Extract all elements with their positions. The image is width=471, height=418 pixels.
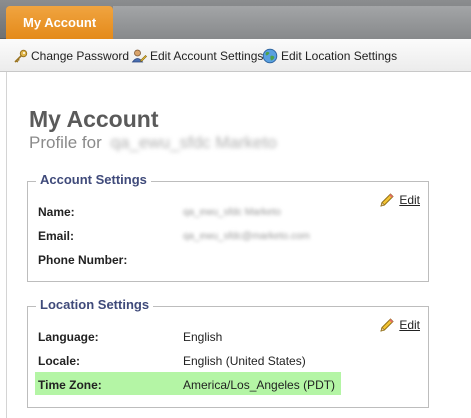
language-label: Language: [38, 330, 99, 344]
time-zone-label: Time Zone: [38, 378, 102, 392]
location-edit-label: Edit [399, 318, 420, 332]
phone-label: Phone Number: [38, 253, 128, 267]
time-zone-value: America/Los_Angeles (PDT) [183, 378, 336, 392]
main-panel: My Account Profile for qa_ewu_sfdc Marke… [6, 72, 471, 418]
profile-subtitle: Profile for qa_ewu_sfdc Marketo [29, 133, 277, 153]
account-edit-label: Edit [399, 193, 420, 207]
change-password-label: Change Password [31, 49, 130, 63]
locale-label: Locale: [38, 354, 81, 368]
user-edit-icon [131, 49, 147, 63]
edit-account-settings-label: Edit Account Settings [150, 49, 264, 63]
account-edit-link[interactable]: Edit [379, 192, 420, 208]
location-settings-legend: Location Settings [36, 297, 154, 312]
email-label: Email: [38, 229, 75, 243]
key-icon [14, 49, 28, 63]
account-settings-legend: Account Settings [36, 172, 151, 187]
email-value: qa_ewu_sfdc@marketo.com [183, 231, 310, 242]
top-tab-bar: My Account [0, 0, 471, 39]
location-edit-link[interactable]: Edit [379, 317, 420, 333]
name-label: Name: [38, 205, 75, 219]
location-settings-section: Location Settings Edit Language: English… [27, 297, 429, 408]
change-password-button[interactable]: Change Password [13, 47, 129, 65]
edit-location-settings-label: Edit Location Settings [281, 49, 398, 63]
edit-account-settings-button[interactable]: Edit Account Settings [131, 47, 263, 65]
page-title: My Account [29, 106, 159, 132]
pencil-icon [380, 318, 394, 332]
edit-location-settings-button[interactable]: Edit Location Settings [262, 47, 397, 65]
account-settings-section: Account Settings Edit Name: qa_ewu_sfdc … [27, 172, 429, 282]
language-value: English [183, 330, 223, 344]
tab-bar-background [113, 6, 471, 39]
name-value: qa_ewu_sfdc Marketo [183, 207, 281, 218]
globe-icon [262, 48, 278, 64]
pencil-icon [380, 193, 394, 207]
profile-name: qa_ewu_sfdc Marketo [110, 133, 277, 152]
toolbar: Change Password Edit Account Settings Ed… [0, 39, 471, 72]
profile-prefix: Profile for [29, 133, 102, 152]
locale-value: English (United States) [183, 354, 306, 368]
tab-my-account[interactable]: My Account [6, 6, 113, 39]
